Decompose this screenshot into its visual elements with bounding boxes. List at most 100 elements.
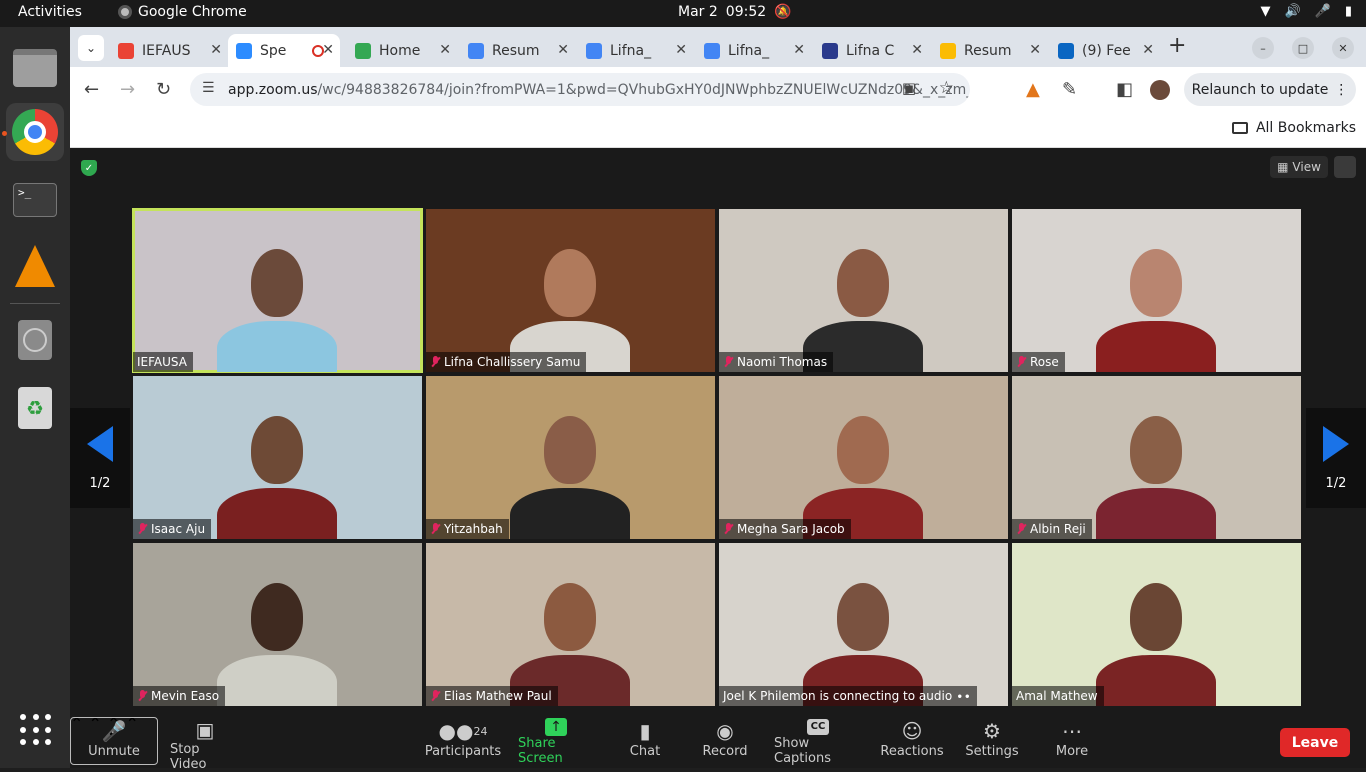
- system-tray[interactable]: ▼ 🔊 🎤 ▮: [1260, 4, 1352, 19]
- participant-video-tile[interactable]: Amal Mathew: [1012, 543, 1301, 706]
- minimize-button[interactable]: –: [1252, 37, 1274, 59]
- browser-tab[interactable]: Lifna_ ✕: [578, 34, 693, 67]
- show-apps-button[interactable]: [20, 714, 52, 746]
- participant-name: Mevin Easo: [151, 689, 220, 703]
- wifi-icon: ▼: [1260, 4, 1271, 19]
- participant-name: Amal Mathew: [1016, 689, 1098, 703]
- app-menu[interactable]: Google Chrome: [118, 4, 247, 20]
- close-tab-icon[interactable]: ✕: [210, 42, 222, 58]
- bookmark-star-icon[interactable]: ☆: [939, 78, 954, 98]
- participant-video-tile[interactable]: Lifna Challissery Samu: [426, 209, 715, 372]
- disc-icon: [18, 320, 52, 360]
- participant-video-tile[interactable]: Isaac Aju: [133, 376, 422, 539]
- participant-video: [544, 249, 596, 317]
- close-tab-icon[interactable]: ✕: [793, 42, 805, 58]
- all-bookmarks-button[interactable]: All Bookmarks: [1231, 120, 1356, 136]
- share-screen-icon: ↑: [545, 718, 567, 736]
- browser-tab[interactable]: IEFAUS ✕: [110, 34, 228, 67]
- files-app[interactable]: [6, 39, 64, 97]
- disc-app[interactable]: [6, 311, 64, 369]
- participant-video: [1096, 488, 1216, 539]
- vlc-app[interactable]: [6, 237, 64, 295]
- view-button[interactable]: ▦ View: [1270, 156, 1328, 178]
- drive-icon: [355, 42, 371, 59]
- close-tab-icon[interactable]: ✕: [439, 42, 451, 58]
- show-captions-button[interactable]: CC Show Captions: [774, 718, 862, 766]
- participant-name: Lifna Challissery Samu: [444, 355, 581, 369]
- microphone-icon: 🎤: [1314, 4, 1331, 19]
- browser-tab[interactable]: (9) Fee ✕: [1050, 34, 1160, 67]
- share-screen-button[interactable]: ↑ Share Screen: [518, 718, 594, 766]
- close-window-button[interactable]: ✕: [1332, 37, 1354, 59]
- meeting-controls: 🎤 Unmute ⌃ ▣ Stop Video ⌃ ●● 24 Participa…: [70, 714, 1366, 772]
- previous-page-button[interactable]: 1/2: [70, 408, 130, 508]
- fullscreen-button[interactable]: [1334, 156, 1356, 178]
- leave-button[interactable]: Leave: [1280, 728, 1350, 757]
- stop-video-button[interactable]: ▣ Stop Video: [170, 718, 240, 772]
- participant-video-tile[interactable]: Rose: [1012, 209, 1301, 372]
- participant-video-tile[interactable]: Naomi Thomas: [719, 209, 1008, 372]
- participant-video-tile[interactable]: Yitzahbah: [426, 376, 715, 539]
- participant-video: [1096, 321, 1216, 372]
- back-icon[interactable]: ←: [84, 79, 99, 100]
- clock[interactable]: Mar 2 09:52 🔕: [678, 4, 792, 20]
- unmute-control[interactable]: 🎤 Unmute: [70, 718, 158, 766]
- participant-video-tile[interactable]: Joel K Philemon is connecting to audio ∙…: [719, 543, 1008, 706]
- browser-tab[interactable]: Resum ✕: [460, 34, 575, 67]
- captions-icon: CC: [807, 718, 829, 736]
- folder-icon: [1231, 122, 1248, 134]
- participant-video-tile[interactable]: IEFAUSA: [132, 208, 423, 373]
- participant-name-label: Naomi Thomas: [719, 352, 834, 372]
- close-tab-icon[interactable]: ✕: [911, 42, 923, 58]
- encryption-shield-icon[interactable]: ✓: [81, 160, 97, 176]
- muted-mic-icon: [137, 523, 147, 535]
- site-info-icon[interactable]: ☰: [202, 80, 215, 96]
- record-button[interactable]: ◉ Record: [702, 718, 748, 766]
- side-panel-icon[interactable]: ◧: [1116, 79, 1133, 100]
- camera-in-use-icon[interactable]: ▣: [902, 79, 916, 97]
- close-tab-icon[interactable]: ✕: [322, 42, 334, 58]
- participant-count: 24: [473, 724, 488, 738]
- more-button[interactable]: ⋯ More: [1054, 718, 1090, 766]
- close-tab-icon[interactable]: ✕: [675, 42, 687, 58]
- participant-name: Rose: [1030, 355, 1059, 369]
- participant-video-tile[interactable]: Albin Reji: [1012, 376, 1301, 539]
- close-tab-icon[interactable]: ✕: [557, 42, 569, 58]
- participants-button[interactable]: ●● 24 Participants: [425, 718, 501, 766]
- dock: >_ ♻: [0, 27, 70, 768]
- metamask-icon[interactable]: ▲: [1026, 79, 1040, 100]
- reactions-button[interactable]: ☺ Reactions: [880, 718, 943, 766]
- participant-video-tile[interactable]: Megha Sara Jacob: [719, 376, 1008, 539]
- terminal-app[interactable]: >_: [6, 171, 64, 229]
- settings-button[interactable]: ⚙ Settings: [965, 718, 1018, 766]
- maximize-button[interactable]: □: [1292, 37, 1314, 59]
- address-bar[interactable]: ☰ app.zoom.us/wc/94883826784/join?fromPW…: [190, 73, 970, 106]
- browser-tab[interactable]: Lifna_ ✕: [696, 34, 811, 67]
- folder-icon: [13, 49, 57, 87]
- participant-name: Naomi Thomas: [737, 355, 828, 369]
- system-top-bar: Activities Google Chrome Mar 2 09:52 🔕 ▼…: [0, 0, 1366, 27]
- activities-button[interactable]: Activities: [18, 4, 82, 20]
- trash-app[interactable]: ♻: [6, 379, 64, 437]
- recycle-icon: ♻: [18, 387, 52, 429]
- extensions-icon[interactable]: ✎: [1062, 79, 1077, 100]
- new-tab-button[interactable]: +: [1168, 33, 1186, 58]
- browser-tab[interactable]: Home ✕: [347, 34, 457, 67]
- forward-icon[interactable]: →: [120, 79, 135, 100]
- participant-video-tile[interactable]: Elias Mathew Paul: [426, 543, 715, 706]
- reload-icon[interactable]: ↻: [156, 79, 171, 100]
- close-tab-icon[interactable]: ✕: [1142, 42, 1154, 58]
- chrome-app[interactable]: [6, 103, 64, 161]
- close-tab-icon[interactable]: ✕: [1029, 42, 1041, 58]
- participant-video: [217, 655, 337, 706]
- relaunch-button[interactable]: Relaunch to update ⋮: [1184, 73, 1356, 106]
- participant-video-tile[interactable]: Mevin Easo: [133, 543, 422, 706]
- browser-tab[interactable]: Spe ✕: [228, 34, 340, 67]
- browser-tab[interactable]: Resum ✕: [932, 34, 1047, 67]
- participant-name: Albin Reji: [1030, 522, 1086, 536]
- browser-tab[interactable]: Lifna C ✕: [814, 34, 929, 67]
- next-page-button[interactable]: 1/2: [1306, 408, 1366, 508]
- profile-avatar[interactable]: [1150, 80, 1170, 100]
- tab-search-button[interactable]: ⌄: [78, 35, 104, 61]
- chat-button[interactable]: ▮ Chat: [625, 718, 665, 766]
